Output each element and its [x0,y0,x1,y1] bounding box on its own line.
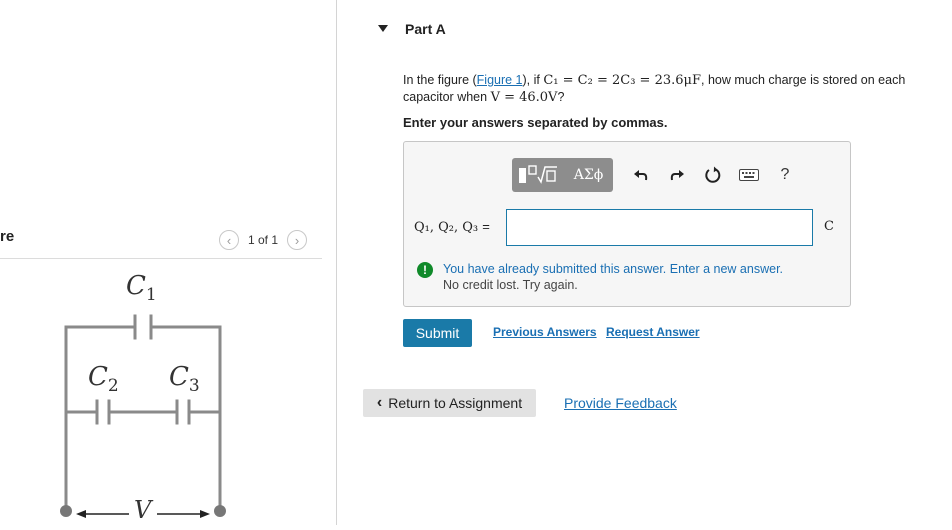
math-toolbar: ΑΣϕ ? [512,158,795,192]
question-text: In the figure (Figure 1), if C₁ = C₂ = 2… [403,73,906,105]
keyboard-icon[interactable] [739,165,759,185]
symbols-button[interactable]: ΑΣϕ [566,160,611,190]
chevron-left-icon: ‹ [376,394,383,411]
return-to-assignment-button[interactable]: ‹ Return to Assignment [363,389,536,417]
answer-input[interactable] [506,209,813,246]
reset-icon[interactable] [703,165,723,185]
c1-label: C1 [126,271,157,306]
toolbar-group: ΑΣϕ [512,158,613,192]
next-figure-button[interactable]: › [287,230,308,250]
alert-icon: ! [417,262,433,278]
figure-pager: ‹ 1 of 1 › [219,229,308,251]
help-button[interactable]: ? [775,165,795,185]
c3-label: C3 [169,362,200,397]
answer-unit: C [824,219,834,234]
provide-feedback-link[interactable]: Provide Feedback [564,395,677,411]
submit-button[interactable]: Submit [403,319,472,347]
previous-answers-link[interactable]: Previous Answers [493,325,597,339]
redo-icon[interactable] [667,165,687,185]
pager-text: 1 of 1 [248,233,279,247]
answer-label: Q₁, Q₂, Q₃ = [414,219,490,235]
undo-icon[interactable] [631,165,651,185]
toolbar-tools: ? [631,165,795,185]
figure-link[interactable]: Figure 1 [477,73,523,87]
request-answer-link[interactable]: Request Answer [606,325,700,339]
part-title[interactable]: Part A [405,21,446,37]
templates-button[interactable] [514,160,564,190]
figure-title-fragment: re [0,228,15,245]
instructions: Enter your answers separated by commas. [403,115,668,130]
math-condition: C₁ = C₂ = 2C₃ = 23.6μF [543,73,701,88]
c2-label: C2 [88,362,119,397]
circuit-diagram: C1 C2 C3 V [52,266,252,525]
return-label: Return to Assignment [388,395,523,411]
math-voltage: V = 46.0V [490,90,558,105]
feedback-line-2: No credit lost. Try again. [443,278,578,292]
pager-divider [0,258,322,259]
voltage-label: V [134,496,152,524]
collapse-part-icon[interactable] [378,25,388,32]
previous-figure-button[interactable]: ‹ [219,230,239,250]
feedback-message: ! You have already submitted this answer… [417,261,783,293]
feedback-line-1: You have already submitted this answer. … [443,262,784,276]
figure-pane: re ‹ 1 of 1 › C1 C2 C3 V [0,0,337,525]
templates-icon [519,165,557,184]
